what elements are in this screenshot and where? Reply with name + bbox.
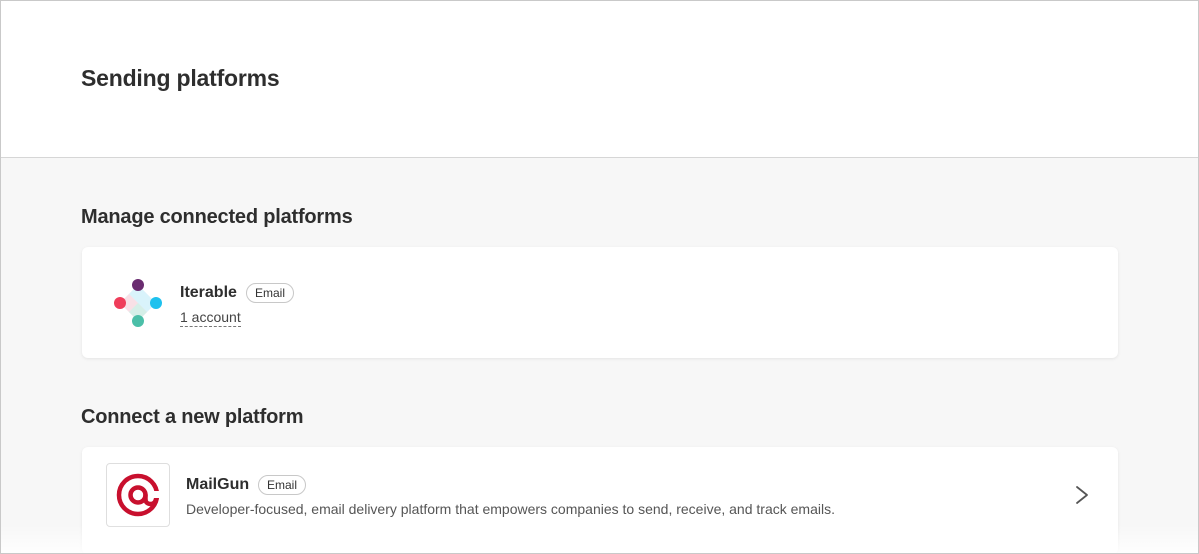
section-title-connected: Manage connected platforms: [81, 206, 353, 228]
platform-type-badge: Email: [258, 475, 307, 495]
iterable-logo: [114, 279, 162, 327]
chevron-right-icon[interactable]: [1072, 483, 1092, 507]
platform-type-badge: Email: [246, 283, 295, 303]
connected-platform-card-iterable[interactable]: Iterable Email 1 account: [82, 247, 1118, 358]
mailgun-logo: [106, 463, 170, 527]
at-sign-icon: [116, 473, 160, 517]
page-title: Sending platforms: [81, 65, 280, 91]
app-window: Sending platforms Manage connected platf…: [0, 0, 1199, 554]
section-title-new: Connect a new platform: [81, 406, 304, 428]
new-platform-card-mailgun[interactable]: MailGun Email Developer-focused, email d…: [82, 447, 1118, 553]
platform-name: Iterable: [180, 284, 237, 301]
accounts-link[interactable]: 1 account: [180, 309, 241, 327]
platform-name: MailGun: [186, 476, 250, 493]
page-header: Sending platforms: [1, 1, 1198, 158]
platform-description: Developer-focused, email delivery platfo…: [186, 501, 835, 517]
